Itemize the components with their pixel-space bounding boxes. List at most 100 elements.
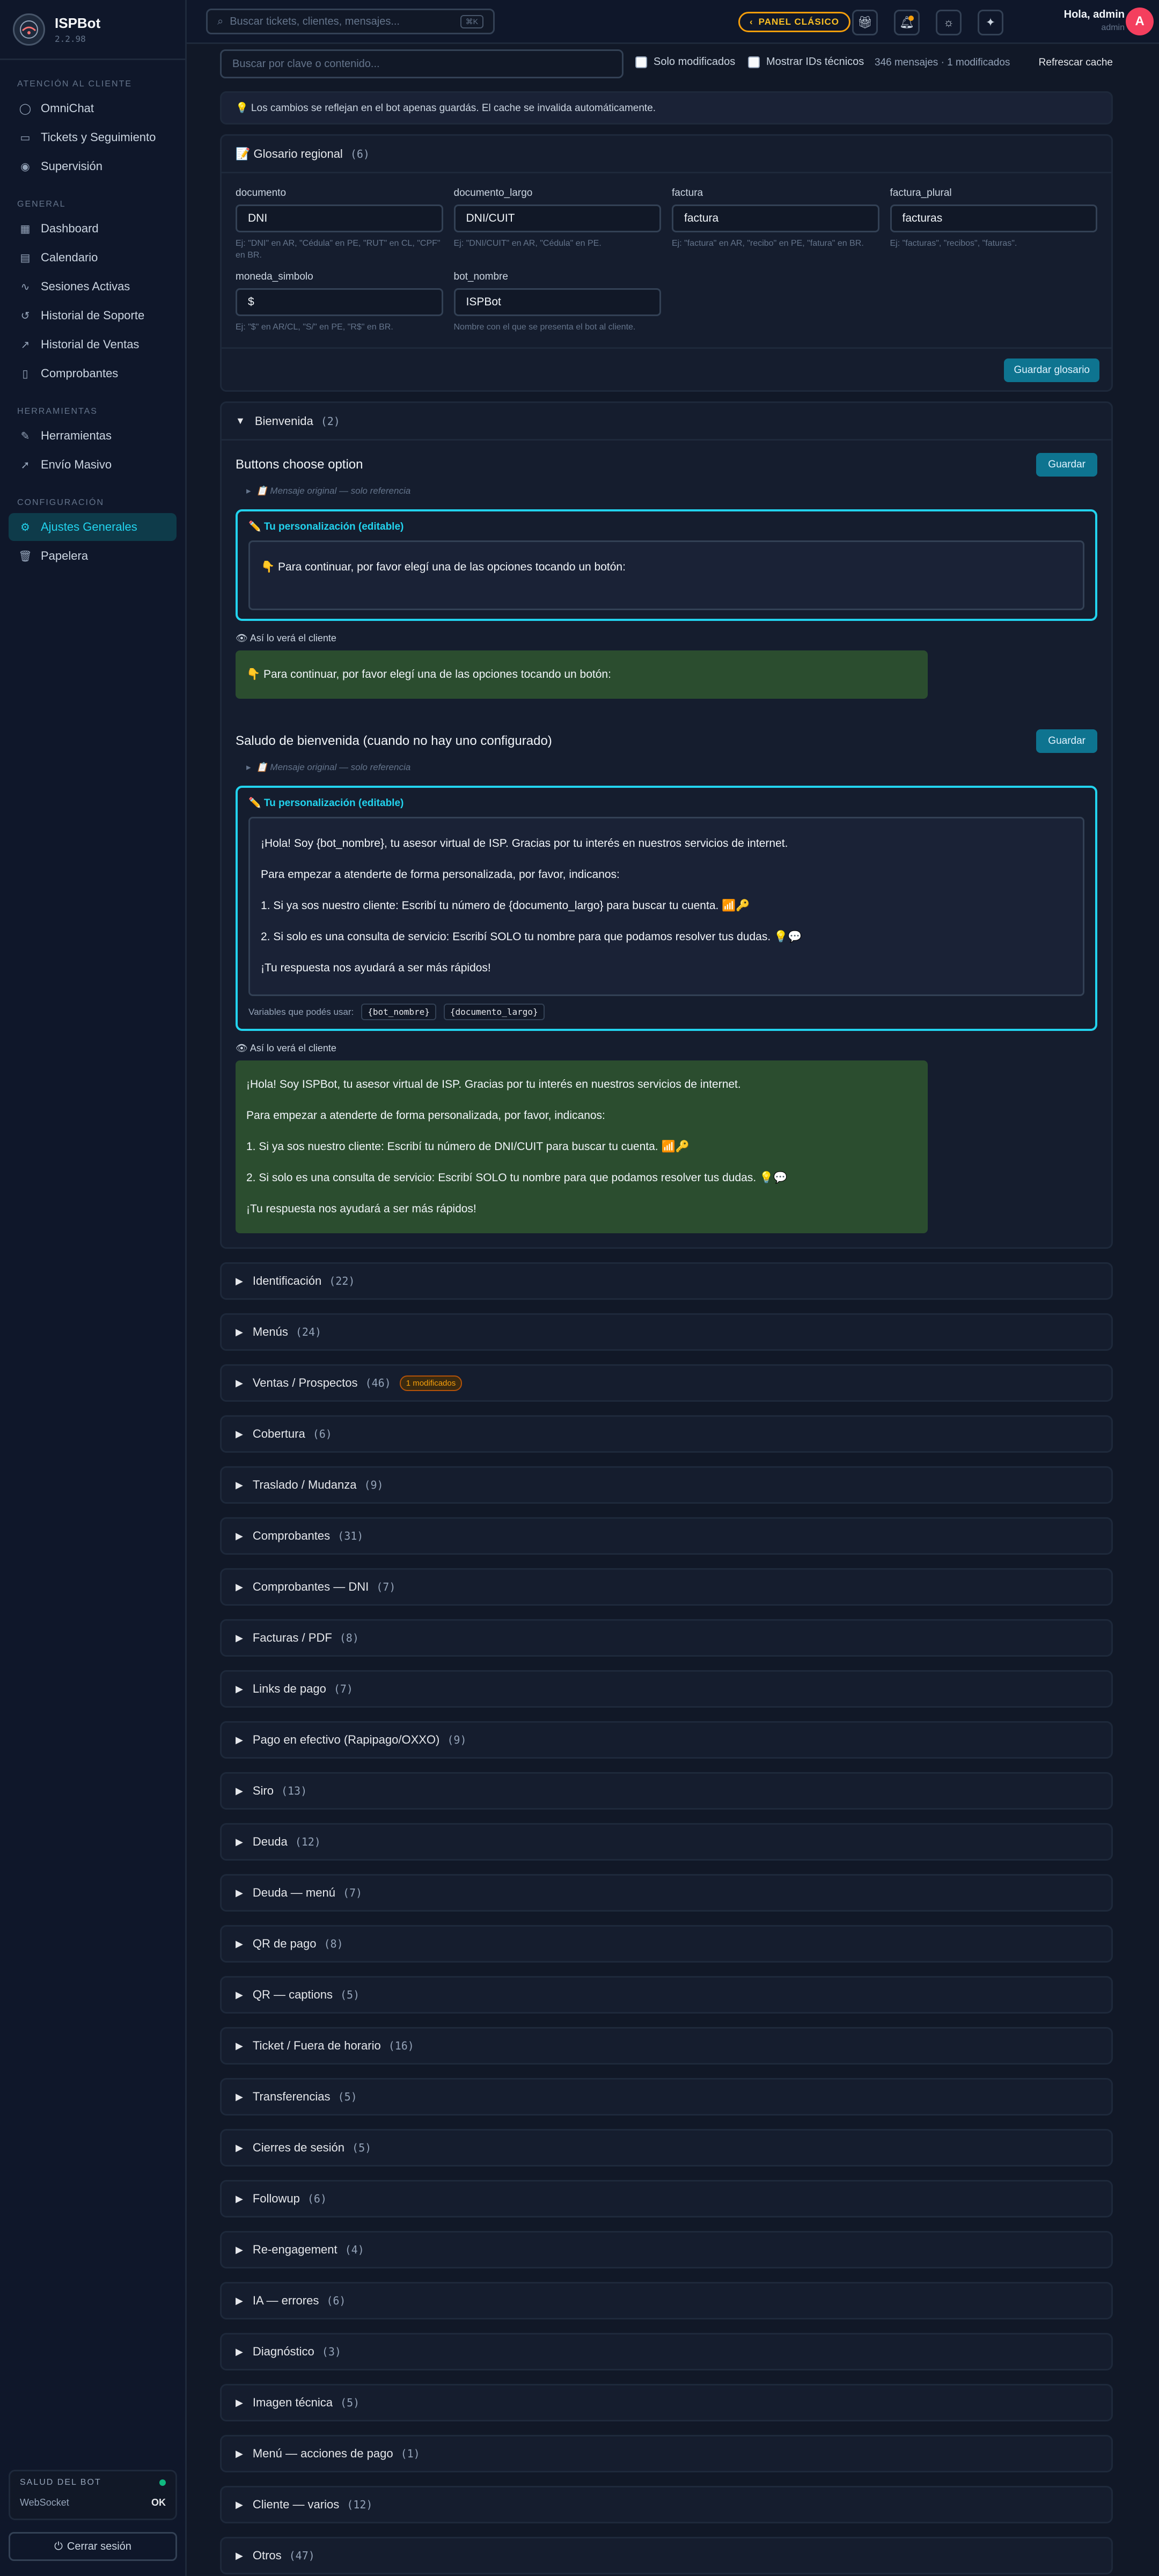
glossary-fields: documento DNI Ej: "DNI" en AR, "Cédula" en… [222, 173, 1111, 347]
message-textarea[interactable]: 👇 Para continuar, por favor elegí una de… [248, 540, 1084, 610]
triangle-right-icon: ▶ [236, 1581, 243, 1592]
filter-toolbar: Buscar por clave o contenido... Solo mod… [220, 44, 1113, 83]
category-row[interactable]: ▶ Siro (13) [220, 1772, 1113, 1810]
message-item: Saludo de bienvenida (cuando no hay uno … [222, 713, 1111, 1247]
category-title: Pago en efectivo (Rapipago/OXXO) [252, 1733, 440, 1746]
category-row[interactable]: ▶ Ventas / Prospectos (46) 1 modificados [220, 1364, 1113, 1402]
category-row[interactable]: ▶ Deuda (12) [220, 1823, 1113, 1861]
message-preview: 👇 Para continuar, por favor elegí una de… [236, 650, 928, 699]
category-row[interactable]: ▶ Otros (47) [220, 2537, 1113, 2574]
category-title: Ticket / Fuera de horario [252, 2039, 381, 2052]
sidebar-item-papelera[interactable]: 🗑 Papelera [9, 542, 177, 570]
sidebar-item-label: Dashboard [41, 222, 99, 235]
category-row[interactable]: ▶ Links de pago (7) [220, 1670, 1113, 1708]
field-input[interactable]: factura [672, 204, 879, 232]
sidebar-item-label: Tickets y Seguimiento [41, 130, 156, 144]
sidebar-item-envio-masivo[interactable]: ➚ Envío Masivo [9, 451, 177, 479]
sidebar-item-tickets[interactable]: ▭ Tickets y Seguimiento [9, 123, 177, 151]
global-search-input[interactable]: ⌕ Buscar tickets, clientes, mensajes... … [206, 9, 495, 34]
gift-button[interactable]: 🎁︎ [852, 10, 878, 35]
sidebar-item-dashboard[interactable]: ▦ Dashboard [9, 215, 177, 243]
text-line: 2. Si solo es una consulta de servicio: … [261, 931, 802, 943]
original-message-toggle[interactable]: ▸ 📋 Mensaje original — solo referencia [236, 756, 1097, 779]
category-row[interactable]: ▶ Followup (6) [220, 2180, 1113, 2218]
category-row[interactable]: ▶ IA — errores (6) [220, 2282, 1113, 2319]
field-input[interactable]: DNI [236, 204, 443, 232]
message-textarea[interactable]: ¡Hola! Soy {bot_nombre}, tu asesor virtu… [248, 817, 1084, 996]
variable-chip[interactable]: {documento_largo} [443, 1004, 545, 1020]
text-line: Para empezar a atenderte de forma person… [246, 1109, 605, 1122]
category-row[interactable]: ▶ Transferencias (5) [220, 2078, 1113, 2116]
sidebar-item-herramientas[interactable]: ✎ Herramientas [9, 422, 177, 450]
sidebar-item-label: Comprobantes [41, 367, 119, 380]
field-input[interactable]: ISPBot [453, 288, 661, 316]
category-row[interactable]: ▶ Cierres de sesión (5) [220, 2129, 1113, 2167]
sidebar-item-omnichat[interactable]: ◯ OmniChat [9, 94, 177, 122]
original-label: 📋 Mensaje original — solo referencia [256, 486, 411, 496]
category-row[interactable]: ▶ Re-engagement (4) [220, 2231, 1113, 2268]
sidebar-item-calendario[interactable]: ▤ Calendario [9, 244, 177, 272]
save-glossary-button[interactable]: Guardar glosario [1004, 358, 1099, 382]
category-row[interactable]: ▶ Comprobantes — DNI (7) [220, 1568, 1113, 1606]
category-row[interactable]: ▶ Imagen técnica (5) [220, 2384, 1113, 2421]
checkbox-box[interactable] [635, 56, 647, 68]
sidebar-item-label: Sesiones Activas [41, 280, 130, 293]
category-row[interactable]: ▶ Deuda — menú (7) [220, 1874, 1113, 1912]
category-row[interactable]: ▶ Diagnóstico (3) [220, 2333, 1113, 2370]
category-row[interactable]: ▶ Cliente — varios (12) [220, 2486, 1113, 2523]
brand[interactable]: ISPBot 2.2.98 [0, 0, 185, 60]
only-modified-checkbox[interactable]: Solo modificados [635, 56, 735, 68]
category-row[interactable]: ▶ Ticket / Fuera de horario (16) [220, 2027, 1113, 2065]
save-button[interactable]: Guardar [1036, 729, 1097, 753]
logout-button[interactable]: ⏻ Cerrar sesión [9, 2532, 177, 2561]
show-ids-checkbox[interactable]: Mostrar IDs técnicos [748, 56, 864, 68]
category-row[interactable]: ▶ QR — captions (5) [220, 1976, 1113, 2014]
refresh-cache-button[interactable]: Refrescar cache [1039, 57, 1113, 69]
app-root: ISPBot 2.2.98 Atención al cliente ◯ OmniC… [0, 0, 1159, 2576]
category-title: Transferencias [252, 2090, 331, 2103]
sidebar-item-historial-soporte[interactable]: ↺ Historial de Soporte [9, 302, 177, 330]
classic-panel-button[interactable]: ‹ PANEL CLÁSICO [738, 12, 850, 32]
triangle-right-icon: ▶ [236, 1377, 243, 1388]
sparkle-icon: ✦ [985, 16, 996, 29]
variable-chip[interactable]: {bot_nombre} [361, 1004, 436, 1020]
sidebar-item-ajustes-generales[interactable]: ⚙ Ajustes Generales [9, 513, 177, 541]
category-row[interactable]: ▶ Traslado / Mudanza (9) [220, 1466, 1113, 1504]
power-icon: ⏻ [54, 2540, 63, 2552]
category-count: (9) [447, 1733, 467, 1746]
edit-box: ✏️ Tu personalización (editable) ¡Hola! … [236, 786, 1097, 1031]
category-list: ▶ Identificación (22) ▶ Menús (24) ▶ Ventas / P… [220, 1262, 1113, 2574]
sidebar-item-historial-ventas[interactable]: ↗ Historial de Ventas [9, 331, 177, 358]
key-search-input[interactable]: Buscar por clave o contenido... [220, 49, 623, 78]
theme-toggle-button[interactable]: ☼ [936, 10, 962, 35]
text-line: 2. Si solo es una consulta de servicio: … [246, 1172, 788, 1184]
field-input[interactable]: $ [236, 288, 443, 316]
ai-button[interactable]: ✦ [978, 10, 1003, 35]
save-button[interactable]: Guardar [1036, 453, 1097, 477]
triangle-right-icon: ▶ [236, 2091, 243, 2102]
avatar[interactable]: A [1126, 8, 1154, 35]
category-row[interactable]: ▶ Identificación (22) [220, 1262, 1113, 1300]
original-message-toggle[interactable]: ▸ 📋 Mensaje original — solo referencia [236, 479, 1097, 503]
field-input[interactable]: facturas [890, 204, 1097, 232]
receipt-icon: ▯ [22, 368, 28, 380]
category-row[interactable]: ▶ Menú — acciones de pago (1) [220, 2435, 1113, 2472]
sidebar-item-supervision[interactable]: ◉ Supervisión [9, 152, 177, 180]
checkbox-box[interactable] [748, 56, 760, 68]
field-input[interactable]: DNI/CUIT [453, 204, 661, 232]
category-row[interactable]: ▶ Cobertura (6) [220, 1415, 1113, 1453]
category-header-bienvenida[interactable]: ▼ Bienvenida (2) [222, 403, 1111, 441]
grid-icon: ▦ [20, 223, 31, 235]
category-row[interactable]: ▶ Pago en efectivo (Rapipago/OXXO) (9) [220, 1721, 1113, 1759]
user-menu[interactable]: Hola, admin admin [1064, 9, 1125, 33]
category-row[interactable]: ▶ QR de pago (8) [220, 1925, 1113, 1963]
category-count: (7) [376, 1580, 396, 1593]
category-row[interactable]: ▶ Facturas / PDF (8) [220, 1619, 1113, 1657]
category-title: Cierres de sesión [252, 2141, 345, 2154]
category-row[interactable]: ▶ Menús (24) [220, 1313, 1113, 1351]
category-row[interactable]: ▶ Comprobantes (31) [220, 1517, 1113, 1555]
history-icon: ↺ [20, 310, 30, 322]
notifications-button[interactable]: 🔔︎ [894, 10, 920, 35]
sidebar-item-sesiones[interactable]: ∿ Sesiones Activas [9, 273, 177, 301]
sidebar-item-comprobantes[interactable]: ▯ Comprobantes [9, 360, 177, 387]
